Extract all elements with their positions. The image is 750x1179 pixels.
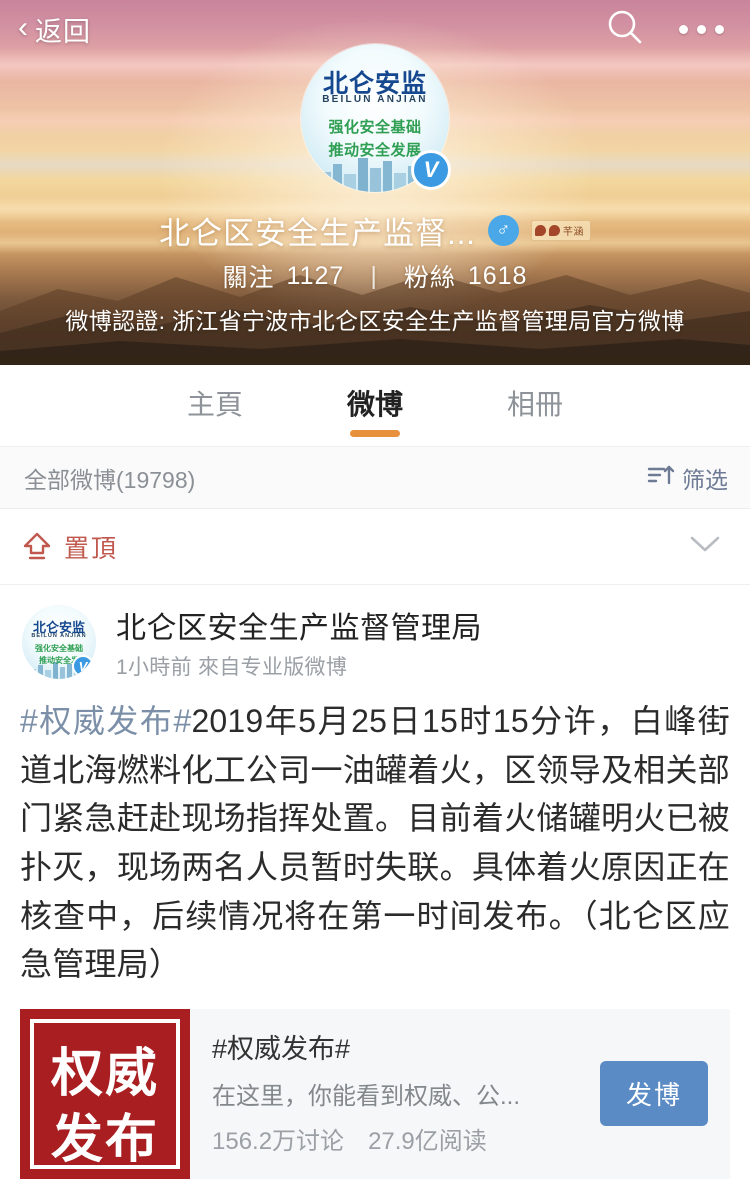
medal-label: 芊涵	[562, 227, 584, 238]
medal-bean-icon	[534, 225, 546, 236]
pinned-section-header: 置頂	[0, 509, 750, 585]
chevron-down-icon[interactable]	[688, 533, 722, 560]
stats-separator: |	[370, 261, 378, 290]
following-count[interactable]: 1127	[287, 262, 345, 291]
avatar-brand-pinyin: BEILUN ANJIAN	[31, 633, 87, 639]
page-title: 北仑区安全生产监督...	[159, 216, 476, 251]
more-dots-icon[interactable]	[679, 24, 724, 34]
verification-description: 微博認證: 浙江省宁波市北仑区安全生产监督管理局官方微博	[65, 308, 685, 334]
profile-stats: 關注 1127 | 粉絲 1618	[0, 258, 750, 294]
following-label[interactable]: 關注	[223, 258, 275, 294]
post-content: #权威发布#2019年5月25日15时15分许，白峰街道北海燃料化工公司一油罐着…	[0, 681, 750, 989]
tab-home-label: 主頁	[186, 388, 243, 420]
avatar[interactable]: 北仑安监 BEILUN ANJIAN 强化安全基础 推动安全发展 V	[301, 44, 451, 192]
fans-count[interactable]: 1618	[468, 262, 528, 291]
topic-thumbnail: 权威 发布	[20, 1008, 190, 1179]
post-author-meta: 北仑区安全生产监督管理局 1小時前 來自专业版微博	[116, 603, 482, 681]
post-header: 北仑安监 BEILUN ANJIAN 强化安全基础 推动安全发 V 北仑区安全生…	[0, 603, 750, 681]
topic-reads: 27.9亿阅读	[368, 1127, 487, 1155]
topic-description: 在这里，你能看到权威、公...	[212, 1082, 521, 1110]
weibo-post: 北仑安监 BEILUN ANJIAN 强化安全基础 推动安全发 V 北仑区安全生…	[0, 585, 750, 1179]
topic-thumb-line1: 权威	[50, 1045, 159, 1103]
post-meta-line: 1小時前 來自专业版微博	[116, 651, 482, 681]
weibo-profile-screen: ‹ 返回 北仑安监 BEILUN ANJIAN 强化安全基础 推动安全发展 V …	[0, 0, 750, 1179]
topic-discussions: 156.2万讨论	[212, 1127, 345, 1155]
topic-card[interactable]: 权威 发布 #权威发布# 在这里，你能看到权威、公... 156.2万讨论 27…	[20, 1008, 730, 1179]
username-row: 北仑区安全生产监督... ♂ 芊涵	[0, 208, 750, 253]
all-weibo-count: 全部微博(19798)	[24, 466, 196, 493]
avatar-brand-pinyin: BEILUN ANJIAN	[322, 94, 428, 105]
post-timestamp: 1小時前	[116, 656, 192, 679]
topic-thumb-line2: 发布	[50, 1111, 159, 1169]
active-tab-indicator	[349, 429, 400, 437]
post-hashtag-link[interactable]: #权威发布#	[20, 703, 191, 739]
male-symbol: ♂	[496, 220, 511, 241]
search-icon[interactable]	[605, 7, 645, 52]
topic-info: #权威发布# 在这里，你能看到权威、公... 156.2万讨论 27.9亿阅读	[190, 1009, 600, 1179]
post-author-avatar[interactable]: 北仑安监 BEILUN ANJIAN 强化安全基础 推动安全发 V	[22, 605, 96, 679]
filter-button[interactable]: 筛选	[647, 461, 728, 495]
back-button-label: 返回	[35, 16, 91, 47]
post-text: 2019年5月25日15时15分许，白峰街道北海燃料化工公司一油罐着火，区领导及…	[20, 703, 730, 983]
male-icon: ♂	[487, 215, 519, 246]
verified-badge-icon: V	[72, 655, 94, 677]
fans-label[interactable]: 粉絲	[404, 258, 456, 294]
tab-weibo[interactable]: 微博	[346, 383, 403, 437]
post-author-name[interactable]: 北仑区安全生产监督管理局	[116, 603, 482, 647]
filter-sort-icon	[647, 462, 675, 493]
tab-album[interactable]: 相冊	[507, 383, 563, 429]
medal-bean-icon	[548, 225, 560, 236]
tab-home[interactable]: 主頁	[187, 383, 243, 429]
post-source[interactable]: 來自专业版微博	[198, 656, 347, 679]
profile-cover-header: ‹ 返回 北仑安监 BEILUN ANJIAN 强化安全基础 推动安全发展 V …	[0, 0, 750, 365]
filter-label: 筛选	[682, 466, 728, 493]
top-navigation-bar: ‹ 返回	[0, 0, 750, 58]
avatar-slogan-line1: 强化安全基础	[328, 119, 422, 136]
tab-weibo-label: 微博	[346, 388, 403, 420]
medal-badge[interactable]: 芊涵	[530, 220, 591, 241]
pin-top-icon	[22, 531, 52, 563]
back-button[interactable]: ‹ 返回	[18, 10, 91, 49]
verified-badge-icon: V	[411, 150, 451, 190]
filter-bar: 全部微博(19798) 筛选	[0, 447, 750, 509]
chevron-left-icon: ‹	[18, 11, 29, 44]
pinned-label: 置頂	[64, 534, 119, 563]
avatar-slogan-line1: 强化安全基础	[35, 644, 83, 653]
tab-album-label: 相冊	[507, 388, 564, 420]
profile-tabs: 主頁 微博 相冊	[0, 365, 750, 447]
topic-stats: 156.2万讨论 27.9亿阅读	[212, 1121, 600, 1156]
post-weibo-button[interactable]: 发博	[599, 1061, 708, 1127]
topic-title[interactable]: #权威发布#	[212, 1027, 600, 1066]
